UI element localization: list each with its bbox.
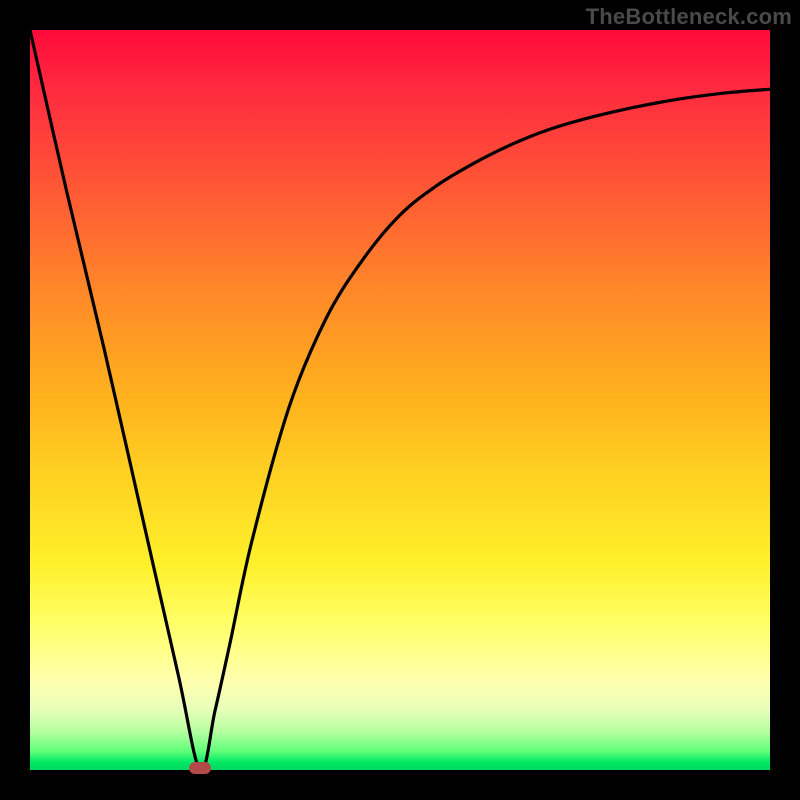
minimum-marker xyxy=(189,762,211,774)
bottleneck-curve xyxy=(30,30,770,770)
chart-frame xyxy=(30,30,770,770)
watermark-text: TheBottleneck.com xyxy=(586,4,792,30)
